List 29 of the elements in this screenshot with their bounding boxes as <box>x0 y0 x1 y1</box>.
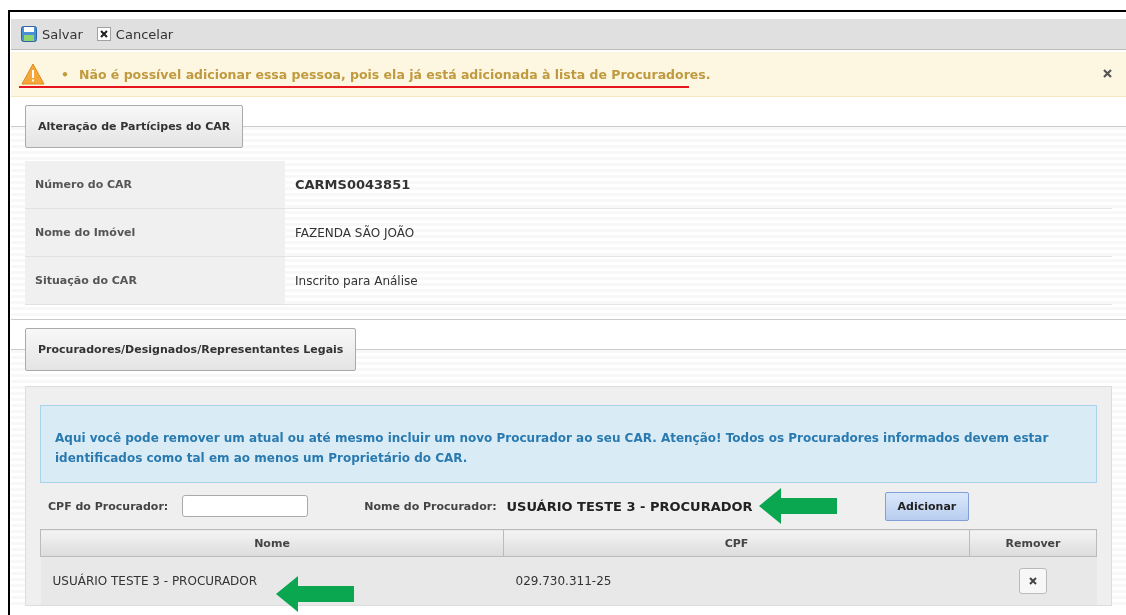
table-cell: 029.730.311-25 <box>503 556 970 605</box>
info-message: Aqui você pode remover um atual ou até mesmo incluir um novo Procurador ao seu CAR. Atenção! Todos os Procuradores informados devem estar identificados como tal em ao menos um Proprietário do CAR. <box>40 405 1097 483</box>
section-header: Alteração de Partícipes do CAR <box>25 105 244 148</box>
close-button[interactable] <box>1103 69 1112 78</box>
column-header: CPF <box>503 529 970 557</box>
alert-message: Não é possível adicionar essa pessoa, pois ela já está adicionada à lista de Procuradores. <box>79 66 711 82</box>
column-header: Nome <box>40 529 504 557</box>
cpf-label: CPF do Procurador: <box>48 499 169 513</box>
table-cell: USUÁRIO TESTE 3 - PROCURADOR <box>40 556 504 605</box>
close-icon <box>96 27 111 41</box>
add-button[interactable]: Adicionar <box>884 491 970 521</box>
bullet: • <box>61 66 69 82</box>
cpf-input-field[interactable] <box>182 495 309 517</box>
section-header: Procuradores/Designados/Representantes Legais <box>25 328 357 371</box>
field-value: FAZENDA SÃO JOÃO <box>285 209 1112 257</box>
name-value: USUÁRIO TESTE 3 - PROCURADOR <box>506 498 753 514</box>
remove-button[interactable] <box>1019 568 1047 594</box>
warning-icon <box>21 63 45 85</box>
field-value: CARMS0043851 <box>285 161 1112 209</box>
cancel-button[interactable]: Cancelar <box>96 26 174 42</box>
close-icon <box>1103 69 1112 78</box>
name-label: Nome do Procurador: <box>364 499 497 513</box>
field-value: Inscrito para Análise <box>285 257 1112 305</box>
column-header: Remover <box>969 529 1097 557</box>
field-label: Nome do Imóvel <box>25 209 285 257</box>
save-button[interactable]: Salvar <box>21 26 83 42</box>
field-label: Número do CAR <box>25 161 285 209</box>
close-icon <box>1029 577 1037 585</box>
field-label: Situação do CAR <box>25 257 285 305</box>
